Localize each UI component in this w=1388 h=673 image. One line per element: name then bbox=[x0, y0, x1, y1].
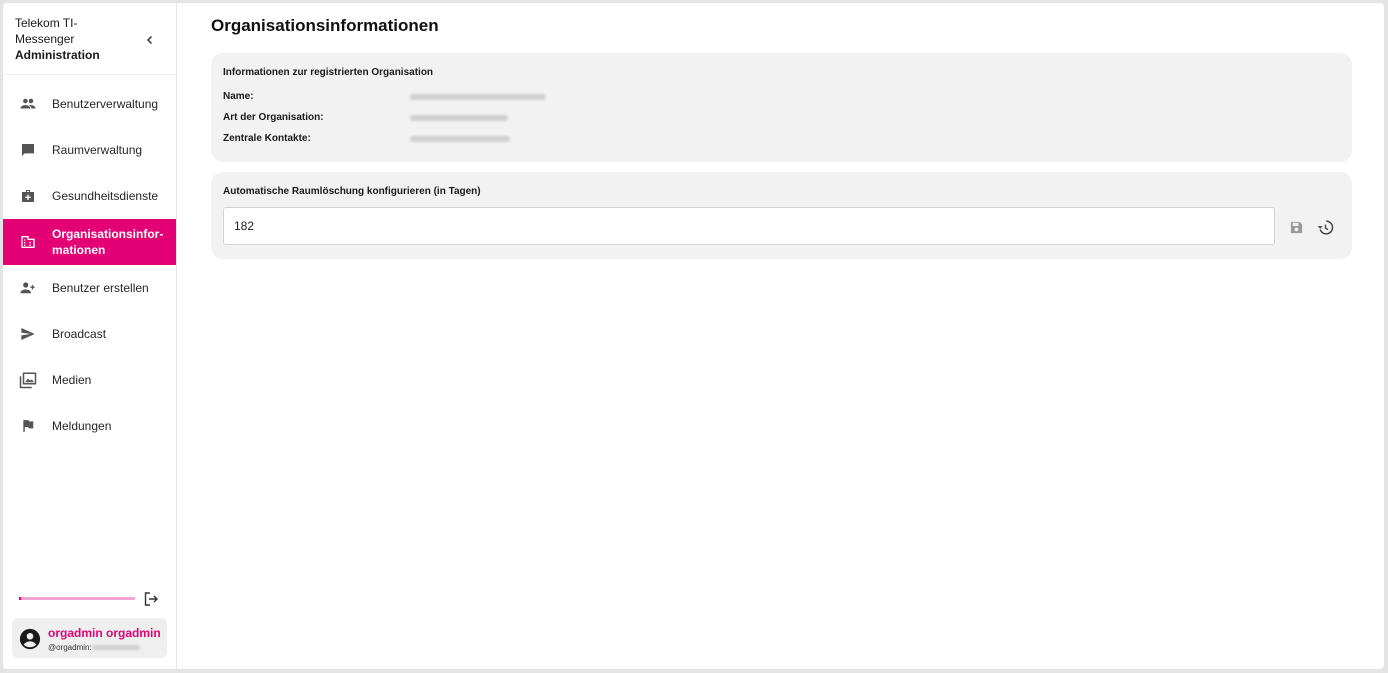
sidebar-item-label: Raumverwaltung bbox=[52, 143, 143, 157]
photo-library-icon bbox=[17, 369, 39, 391]
building-icon bbox=[17, 231, 39, 253]
sidebar: Telekom TI- Messenger Administration Ben… bbox=[3, 3, 177, 669]
org-type-value-redacted bbox=[410, 115, 508, 121]
sidebar-item-medien[interactable]: Medien bbox=[3, 357, 176, 403]
org-type-label: Art der Organisation: bbox=[223, 112, 324, 123]
chat-icon bbox=[17, 139, 39, 161]
people-icon bbox=[17, 93, 39, 115]
reset-history-button[interactable] bbox=[1316, 218, 1334, 236]
sidebar-nav: Benutzerverwaltung Raumverwaltung Gesund… bbox=[3, 81, 176, 449]
organisation-info-title: Informationen zur registrierten Organisa… bbox=[223, 67, 434, 78]
user-card[interactable]: orgadmin orgadmin @orgadmin: bbox=[12, 618, 167, 658]
org-contacts-row: Zentrale Kontakte: bbox=[223, 133, 311, 144]
app-window: Telekom TI- Messenger Administration Ben… bbox=[3, 3, 1384, 669]
page-title: Organisationsinformationen bbox=[211, 16, 439, 35]
brand-divider bbox=[3, 74, 176, 75]
user-name: orgadmin orgadmin bbox=[48, 626, 161, 640]
brand-line-2: Messenger bbox=[15, 32, 75, 46]
person-add-icon bbox=[17, 277, 39, 299]
org-name-value-redacted bbox=[410, 94, 546, 100]
user-id: @orgadmin: bbox=[48, 643, 140, 652]
logout-button[interactable] bbox=[143, 591, 159, 607]
org-contacts-label: Zentrale Kontakte: bbox=[223, 133, 311, 144]
sidebar-item-benutzer-erstellen[interactable]: Benutzer erstellen bbox=[3, 265, 176, 311]
history-icon bbox=[1317, 219, 1333, 235]
sidebar-item-benutzerverwaltung[interactable]: Benutzerverwaltung bbox=[3, 81, 176, 127]
loading-progress-bar bbox=[19, 597, 135, 600]
logout-icon bbox=[144, 592, 158, 606]
sidebar-item-organisationsinformationen[interactable]: Organisationsinfor-mationen bbox=[3, 219, 176, 265]
org-contacts-value-redacted bbox=[410, 136, 510, 142]
medical-bag-icon bbox=[17, 185, 39, 207]
save-icon bbox=[1290, 221, 1302, 233]
sidebar-item-label: Broadcast bbox=[52, 327, 107, 341]
sidebar-item-gesundheitsdienste[interactable]: Gesundheitsdienste bbox=[3, 173, 176, 219]
sidebar-item-label: Benutzerverwaltung bbox=[52, 97, 159, 111]
chevron-left-icon bbox=[146, 35, 153, 45]
org-type-row: Art der Organisation: bbox=[223, 112, 324, 123]
collapse-sidebar-button[interactable] bbox=[141, 31, 159, 49]
sidebar-item-label: Gesundheitsdienste bbox=[52, 189, 159, 203]
account-circle-icon bbox=[19, 628, 41, 650]
sidebar-item-label: Meldungen bbox=[52, 419, 112, 433]
redacted-user-domain bbox=[91, 645, 140, 651]
sidebar-item-label: Medien bbox=[52, 373, 92, 387]
sidebar-item-broadcast[interactable]: Broadcast bbox=[3, 311, 176, 357]
flag-icon bbox=[17, 415, 39, 437]
room-deletion-title: Automatische Raumlöschung konfigurieren … bbox=[223, 186, 481, 197]
user-id-prefix: @orgadmin: bbox=[48, 643, 92, 652]
org-name-label: Name: bbox=[223, 91, 254, 102]
save-button[interactable] bbox=[1287, 218, 1305, 236]
brand: Telekom TI- Messenger Administration bbox=[15, 15, 135, 63]
send-icon bbox=[17, 323, 39, 345]
main-content: Organisationsinformationen Informationen… bbox=[177, 3, 1384, 669]
room-deletion-days-input[interactable] bbox=[223, 207, 1275, 245]
sidebar-item-raumverwaltung[interactable]: Raumverwaltung bbox=[3, 127, 176, 173]
sidebar-item-meldungen[interactable]: Meldungen bbox=[3, 403, 176, 449]
org-name-row: Name: bbox=[223, 91, 254, 102]
sidebar-item-label: Organisationsinfor-mationen bbox=[52, 227, 164, 257]
brand-line-1: Telekom TI- bbox=[15, 16, 78, 30]
brand-line-3: Administration bbox=[15, 48, 100, 62]
organisation-info-card: Informationen zur registrierten Organisa… bbox=[211, 53, 1352, 162]
room-deletion-card: Automatische Raumlöschung konfigurieren … bbox=[211, 172, 1352, 259]
sidebar-item-label: Benutzer erstellen bbox=[52, 281, 149, 295]
